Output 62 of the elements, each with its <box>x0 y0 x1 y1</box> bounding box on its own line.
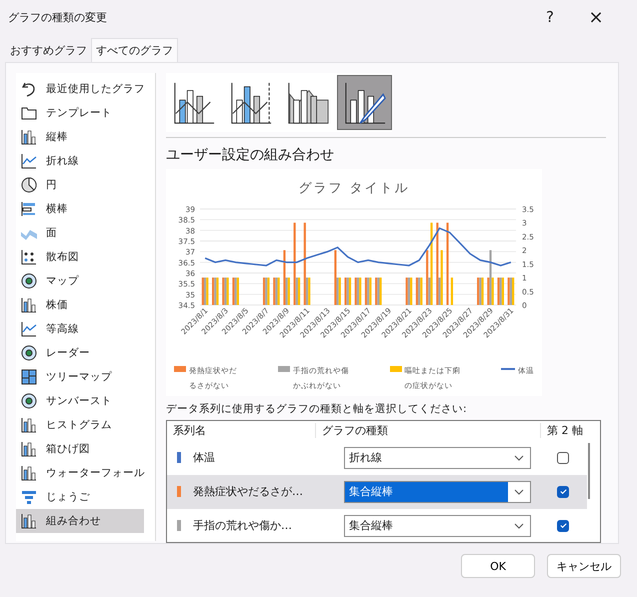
section-heading: ユーザー設定の組み合わせ <box>166 146 335 164</box>
scatter-plot-icon <box>20 248 38 266</box>
caret-icon <box>514 454 524 461</box>
bar-chart-icon <box>20 128 38 146</box>
series-name: 手指の荒れや傷か… <box>193 518 292 534</box>
instruction-text: データ系列に使用するグラフの種類と軸を選択してください: <box>166 402 468 416</box>
chart-title: グラフ タイトル <box>298 180 410 197</box>
chart-type-item[interactable]: 折れ線 <box>16 149 144 173</box>
chart-type-item[interactable]: 箱ひげ図 <box>16 437 144 461</box>
chart-type-item[interactable]: レーダー <box>16 341 144 365</box>
checkbox[interactable] <box>557 452 570 464</box>
line-chart-icon <box>20 152 38 170</box>
chart-type-item[interactable]: 株価 <box>16 293 144 317</box>
column-header: 第 2 軸 <box>540 423 595 438</box>
horizontal-bar-icon <box>20 200 38 218</box>
column-header: 系列名 <box>172 423 207 438</box>
funnel-icon <box>20 488 38 506</box>
chart-type-dropdown[interactable]: 折れ線 <box>344 446 532 469</box>
close-button[interactable]: × <box>573 2 619 32</box>
chart-subtype-button[interactable] <box>337 75 392 130</box>
caret-icon <box>514 522 524 529</box>
checkbox[interactable] <box>557 520 570 532</box>
column-header: グラフの種類 <box>315 423 540 438</box>
check-icon <box>558 521 568 530</box>
ok-button[interactable]: OK <box>461 554 535 578</box>
bar-line-chart-icon <box>172 80 216 124</box>
chart-type-item[interactable]: マップ <box>16 269 144 293</box>
checkbox[interactable] <box>557 486 570 498</box>
chart-type-dropdown[interactable]: 集合縦棒 <box>344 480 532 503</box>
chart-type-item[interactable]: ツリーマップ <box>16 365 144 389</box>
treemap-icon <box>20 368 38 386</box>
check-icon <box>558 487 568 496</box>
chart-type-item[interactable]: サンバースト <box>16 389 144 413</box>
chart-type-item[interactable]: じょうご <box>16 485 144 509</box>
area-bar-chart-icon <box>286 80 330 124</box>
chart-type-item[interactable]: テンプレート <box>16 101 144 125</box>
scrollbar-thumb[interactable] <box>588 442 590 499</box>
chart-type-item[interactable]: 等高線 <box>16 317 144 341</box>
chart-type-item[interactable]: 縦棒 <box>16 125 144 149</box>
series-row[interactable]: 発熱症状やだるさが… 集合縦棒 <box>167 474 587 509</box>
chart-type-item[interactable]: ヒストグラム <box>16 413 144 437</box>
chart-type-item[interactable]: 最近使用したグラフ <box>16 77 144 101</box>
tab[interactable]: すべてのグラフ <box>91 38 178 62</box>
chart-type-item[interactable]: 円 <box>16 173 144 197</box>
series-row[interactable]: 手指の荒れや傷か… 集合縦棒 <box>167 508 587 542</box>
help-button[interactable]: ? <box>527 2 573 32</box>
tab[interactable]: おすすめグラフ <box>6 38 91 62</box>
pie-chart-icon <box>20 176 38 194</box>
chart-type-item[interactable]: 組み合わせ <box>16 509 144 533</box>
pencil-chart-icon <box>342 80 386 124</box>
series-row[interactable]: 体温 折れ線 <box>167 440 587 475</box>
chart-type-item[interactable]: ウォーターフォール <box>16 461 144 485</box>
chart-type-item[interactable]: 横棒 <box>16 197 144 221</box>
chart-type-item[interactable]: 面 <box>16 221 144 245</box>
bar-line-axis-chart-icon <box>228 80 272 124</box>
chart-type-item[interactable]: 散布図 <box>16 245 144 269</box>
chart-type-dropdown[interactable]: 集合縦棒 <box>344 514 532 537</box>
series-name: 発熱症状やだるさが… <box>193 484 303 500</box>
caret-icon <box>514 488 524 495</box>
window-title: グラフの種類の変更 <box>8 10 108 24</box>
cancel-button[interactable]: キャンセル <box>547 554 621 578</box>
series-name: 体温 <box>193 450 215 466</box>
